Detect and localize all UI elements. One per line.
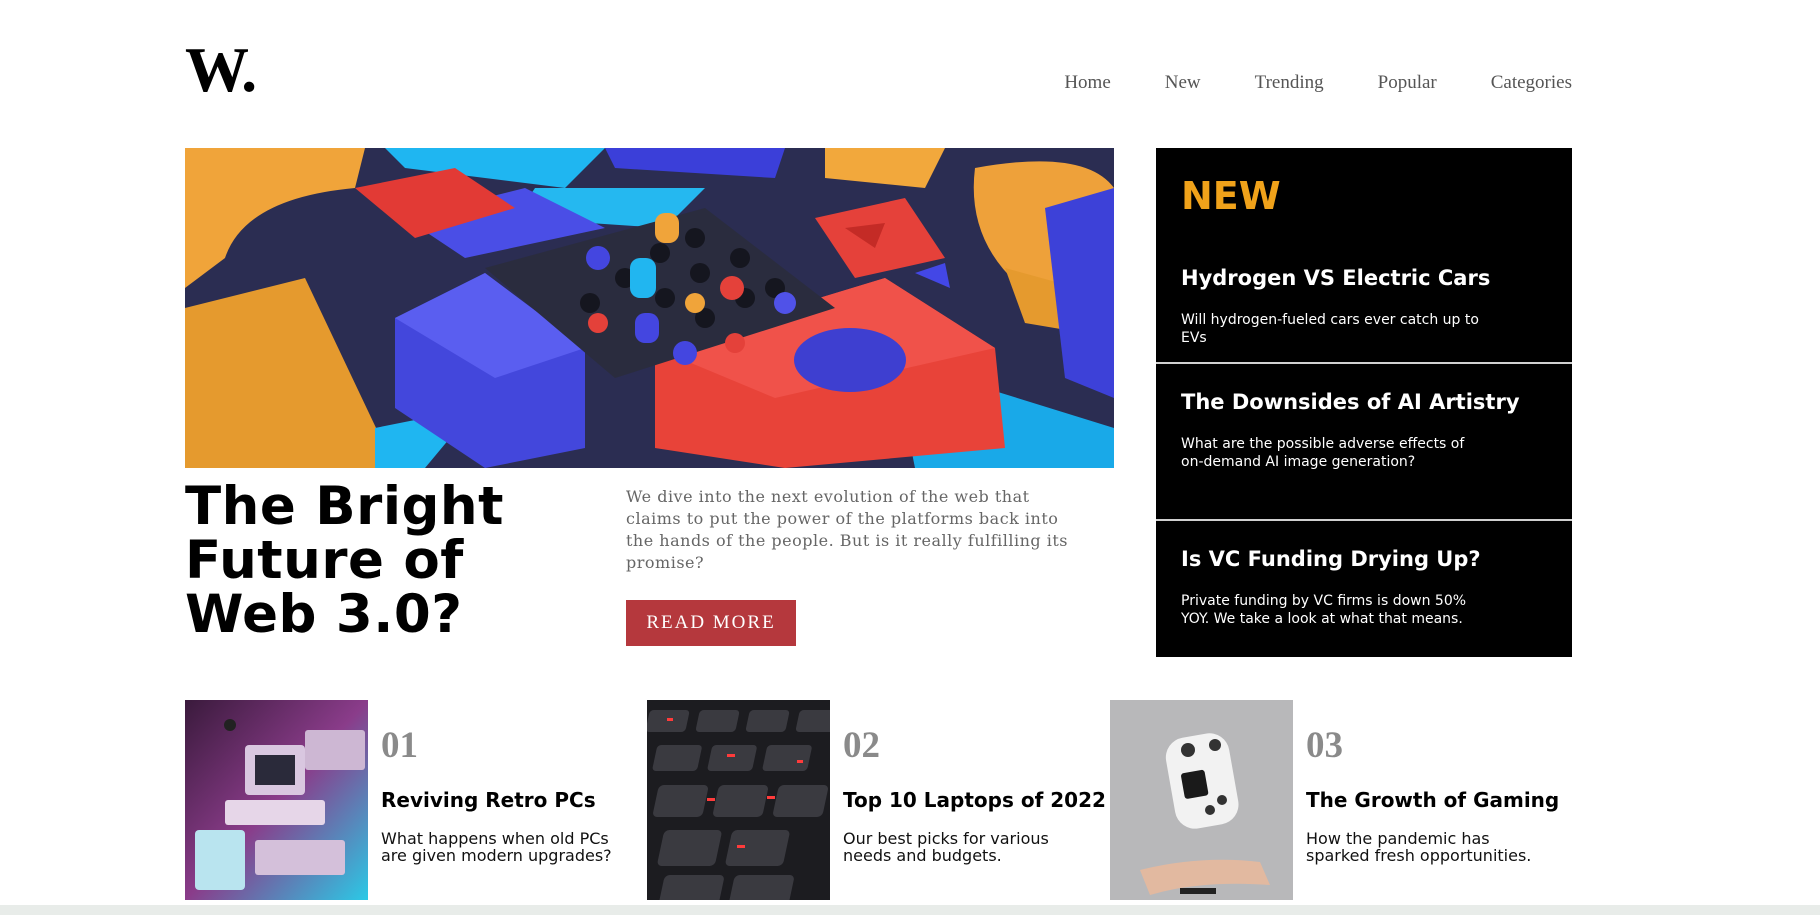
news-title[interactable]: The Downsides of AI Artistry [1181,389,1520,415]
card-number: 03 [1306,725,1343,766]
article-card[interactable]: 02 Top 10 Laptops of 2022 Our best picks… [647,700,1106,900]
nav-trending[interactable]: Trending [1255,72,1324,94]
news-desc: Will hydrogen-fueled cars ever catch up … [1181,312,1479,346]
card-desc: How the pandemic has sparked fresh oppor… [1306,829,1532,865]
game-controller-image [1110,700,1293,900]
news-desc: Private funding by VC firms is down 50% … [1181,593,1467,627]
card-number: 02 [843,725,880,766]
card-title[interactable]: Top 10 Laptops of 2022 [843,788,1106,812]
bottom-strip [0,905,1820,915]
article-card[interactable]: 03 The Growth of Gaming How the pandemic… [1110,700,1572,900]
news-desc: What are the possible adverse effects of… [1181,436,1465,470]
read-more-button[interactable]: READ MORE [626,600,796,646]
site-logo[interactable]: W. [185,38,257,102]
card-desc: What happens when old PCs are given mode… [381,829,612,865]
card-number: 01 [381,725,418,766]
hero-description: We dive into the next evolution of the w… [626,487,1069,572]
nav-categories[interactable]: Categories [1491,72,1572,94]
news-title[interactable]: Is VC Funding Drying Up? [1181,546,1481,572]
card-desc: Our best picks for various needs and bud… [843,829,1049,865]
card-title[interactable]: Reviving Retro PCs [381,788,596,812]
hero-title[interactable]: The Bright Future of Web 3.0? [185,480,605,642]
article-card[interactable]: 01 Reviving Retro PCs What happens when … [185,700,635,900]
new-sidebar: NEW Hydrogen VS Electric Cars Will hydro… [1156,148,1572,657]
news-item[interactable]: The Downsides of AI Artistry What are th… [1156,364,1572,519]
hero-image [185,148,1114,468]
nav-popular[interactable]: Popular [1378,72,1437,94]
nav-new[interactable]: New [1165,72,1201,94]
main-nav: Home New Trending Popular Categories [1064,72,1572,94]
news-item[interactable]: Hydrogen VS Electric Cars Will hydrogen-… [1156,148,1572,362]
news-title[interactable]: Hydrogen VS Electric Cars [1181,265,1490,291]
card-title[interactable]: The Growth of Gaming [1306,788,1559,812]
keyboard-image [647,700,830,900]
retro-pc-image [185,700,368,900]
nav-home[interactable]: Home [1064,72,1110,94]
news-item[interactable]: Is VC Funding Drying Up? Private funding… [1156,521,1572,657]
page: W. Home New Trending Popular Categories [185,0,1572,900]
